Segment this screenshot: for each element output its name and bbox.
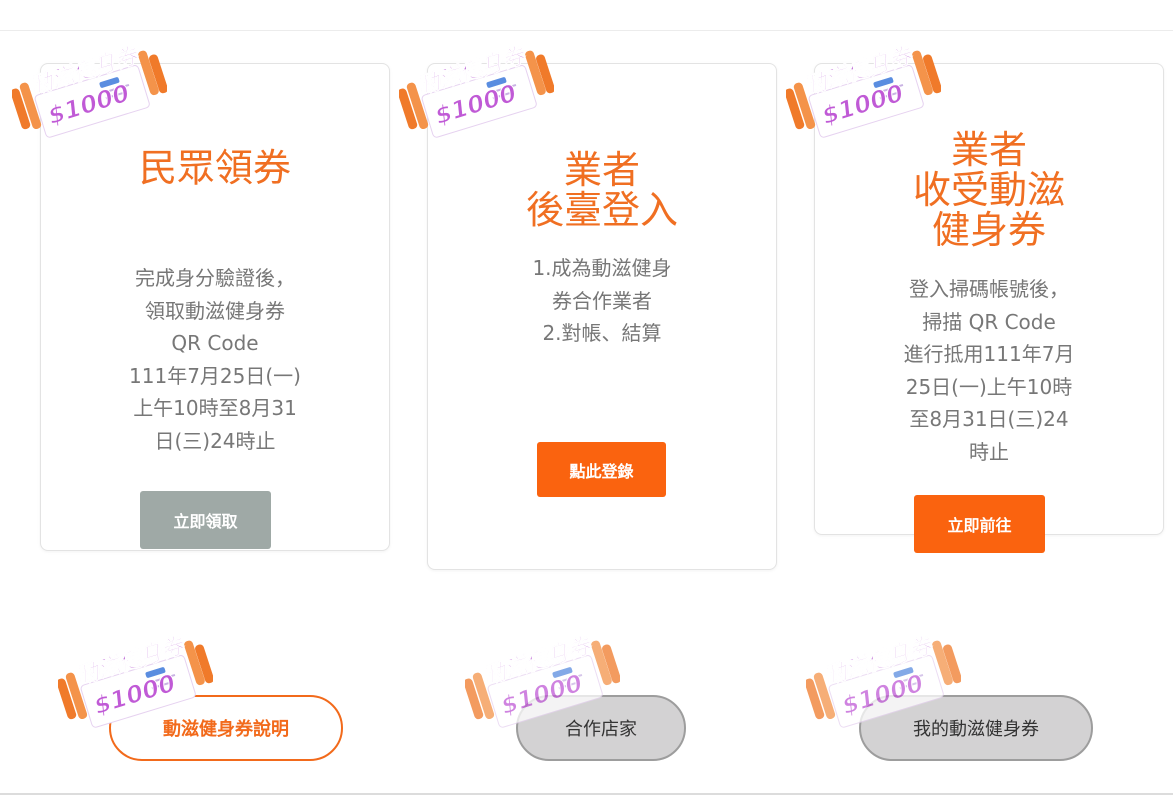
sports-voucher-logo	[58, 636, 213, 736]
footer-divider	[0, 793, 1173, 795]
card-description: 完成身分驗證後， 領取動滋健身券 QR Code 111年7月25日(一) 上午…	[129, 266, 301, 453]
header-divider	[0, 30, 1173, 31]
sports-voucher-logo	[465, 636, 620, 736]
vendor-login-button[interactable]: 點此登錄	[537, 442, 666, 497]
claim-now-button[interactable]: 立即領取	[140, 491, 271, 549]
card-description: 1.成為動滋健身 券合作業者 2.對帳、結算	[532, 256, 672, 345]
sports-voucher-logo	[399, 46, 554, 146]
sports-voucher-logo	[806, 636, 961, 736]
card-title: 業者 收受動滋 健身券	[912, 128, 1065, 252]
card-title: 民眾領券	[138, 146, 291, 190]
go-now-button[interactable]: 立即前往	[914, 495, 1045, 553]
sports-voucher-logo	[12, 46, 167, 146]
card-description: 登入掃碼帳號後， 掃描 QR Code 進行抵用111年7月 25日(一)上午1…	[903, 277, 1075, 464]
sports-voucher-logo	[786, 46, 941, 146]
card-title: 業者 後臺登入	[525, 148, 678, 232]
